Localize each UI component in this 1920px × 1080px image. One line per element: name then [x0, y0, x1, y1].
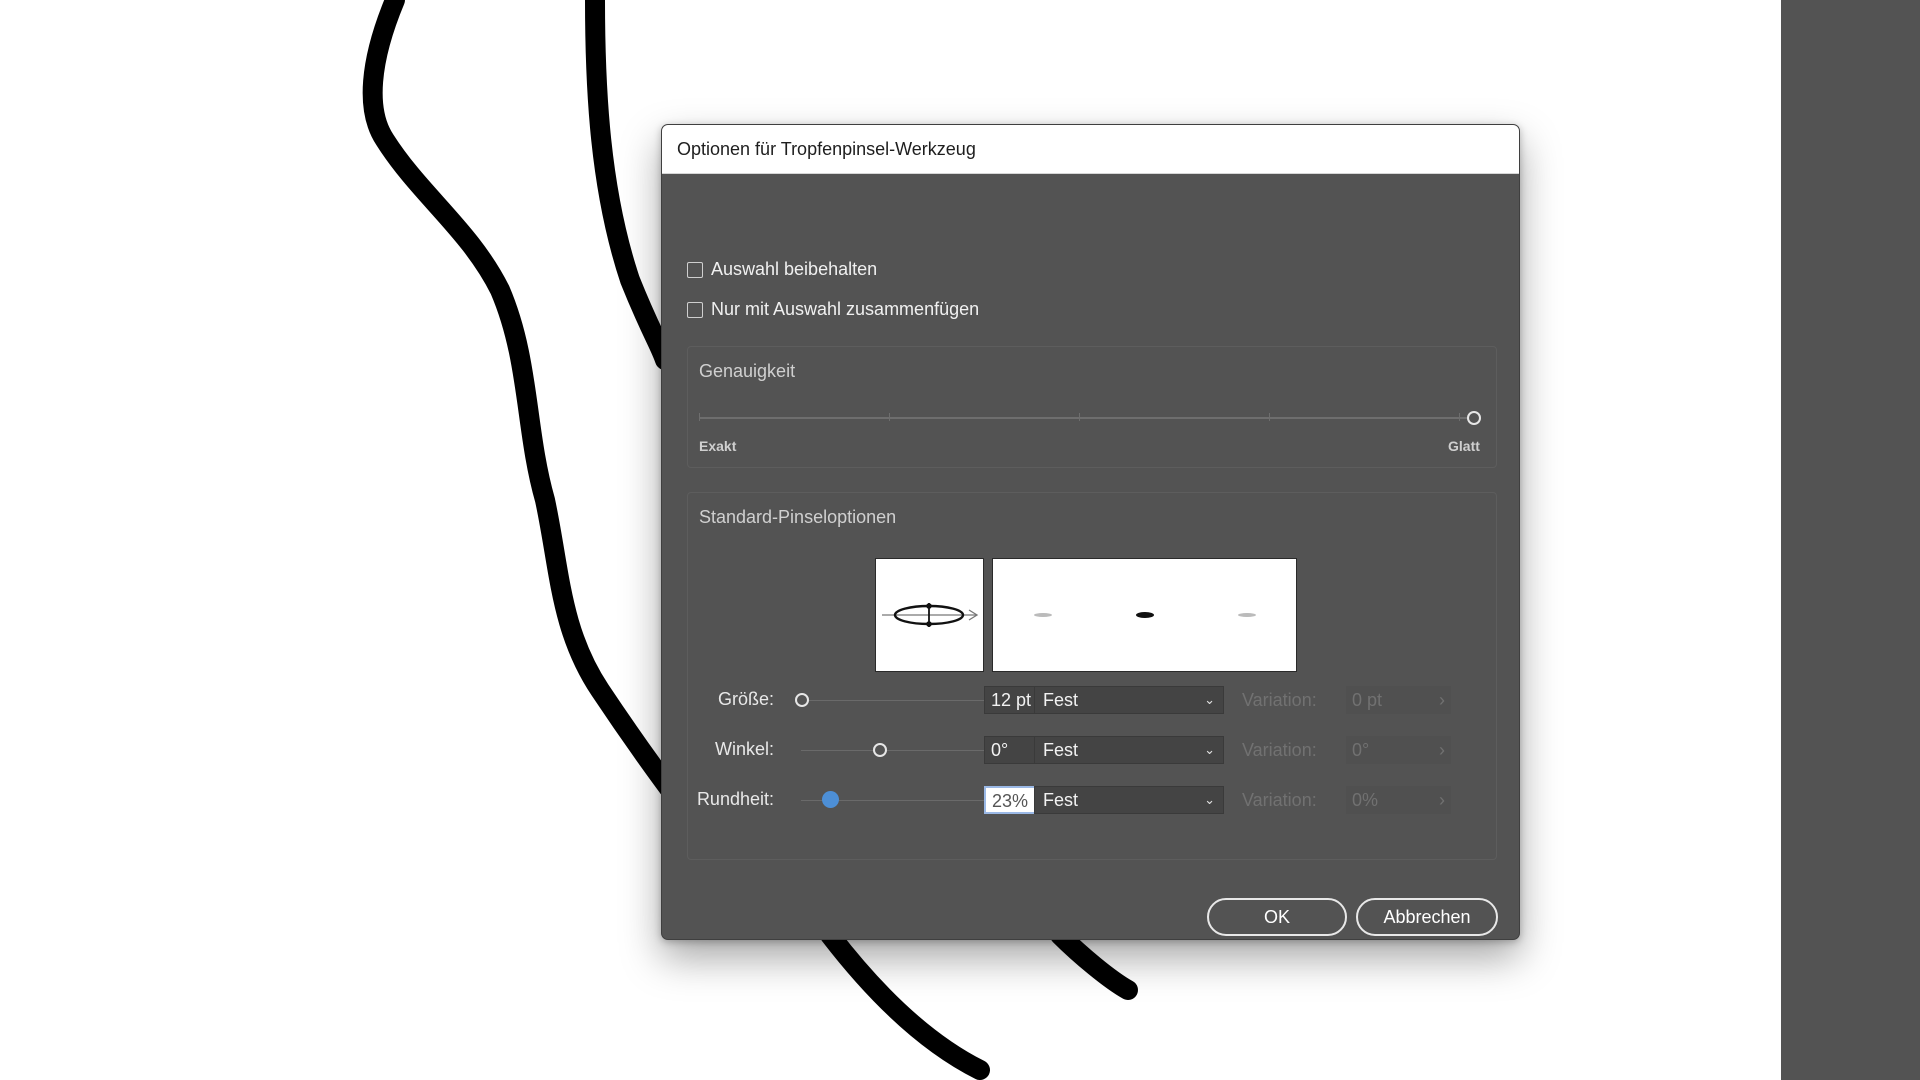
dialog-titlebar[interactable]: Optionen für Tropfenpinsel-Werkzeug [662, 125, 1519, 174]
keep-selection-checkbox[interactable] [687, 261, 703, 278]
dialog-title: Optionen für Tropfenpinsel-Werkzeug [677, 138, 976, 159]
accuracy-tick [1269, 413, 1270, 421]
brush-dots-preview [1034, 612, 1256, 618]
chevron-right-icon: › [1439, 689, 1445, 710]
accuracy-slider-knob[interactable] [1467, 411, 1481, 425]
merge-selection-checkbox[interactable] [687, 301, 703, 318]
brush-stroke-left [362, 0, 710, 840]
angle-slider-track[interactable] [801, 750, 988, 751]
keep-selection-label: Auswahl beibehalten [711, 259, 878, 279]
brush-stroke-middle [585, 0, 675, 370]
angle-mode-value: Fest [1043, 739, 1079, 760]
size-slider-knob[interactable] [795, 693, 809, 707]
roundness-mode-value: Fest [1043, 789, 1079, 810]
right-panel [1781, 0, 1920, 1080]
accuracy-tick [889, 413, 890, 421]
chevron-right-icon: › [1439, 739, 1445, 760]
angle-mode-select[interactable]: Fest ⌄ [1034, 736, 1224, 764]
chevron-right-icon: › [1439, 789, 1445, 810]
accuracy-title: Genauigkeit [699, 361, 796, 381]
angle-variation-value: 0° [1352, 739, 1370, 760]
accuracy-tick [1079, 413, 1080, 421]
accuracy-tick [699, 413, 700, 421]
accuracy-max-label: Glatt [1448, 438, 1480, 454]
brush-stroke-bottom-right [1050, 925, 1138, 1000]
roundness-mode-select[interactable]: Fest ⌄ [1034, 786, 1224, 814]
brush-options-group: Standard-Pinseloptionen Größe: 12 pt Fes… [687, 492, 1497, 860]
angle-label: Winkel: [714, 739, 774, 759]
size-mode-value: Fest [1043, 689, 1079, 710]
roundness-variation-value: 0% [1352, 789, 1379, 810]
blob-brush-options-dialog: Optionen für Tropfenpinsel-Werkzeug Ausw… [661, 124, 1520, 940]
angle-variation-label: Variation: [1242, 740, 1317, 760]
roundness-variation-field: 0% › [1346, 786, 1451, 814]
chevron-down-icon: ⌄ [1204, 692, 1215, 707]
merge-selection-label: Nur mit Auswahl zusammenfügen [711, 299, 980, 319]
size-mode-select[interactable]: Fest ⌄ [1034, 686, 1224, 714]
brush-shape-preview [875, 558, 984, 672]
angle-slider-knob[interactable] [873, 743, 887, 757]
accuracy-tick [1459, 413, 1460, 421]
roundness-label: Rundheit: [696, 789, 774, 809]
brush-angle-icon [882, 603, 979, 627]
ok-button[interactable]: OK [1207, 898, 1347, 936]
size-variation-label: Variation: [1242, 690, 1317, 710]
brush-stroke-preview [992, 558, 1297, 672]
accuracy-slider-track[interactable] [699, 417, 1477, 419]
roundness-variation-label: Variation: [1242, 790, 1317, 810]
roundness-slider-knob[interactable] [822, 791, 839, 808]
accuracy-group: Genauigkeit Exakt Glatt [687, 346, 1497, 468]
accuracy-min-label: Exakt [699, 438, 737, 454]
brush-options-title: Standard-Pinseloptionen [699, 507, 897, 527]
merge-selection-option[interactable]: Nur mit Auswahl zusammenfügen [687, 299, 979, 320]
angle-variation-field: 0° › [1346, 736, 1451, 764]
cancel-button[interactable]: Abbrechen [1356, 898, 1498, 936]
brush-stroke-bottom [820, 925, 990, 1080]
size-slider-track[interactable] [801, 700, 988, 701]
size-variation-value: 0 pt [1352, 689, 1383, 710]
size-variation-field: 0 pt › [1346, 686, 1451, 714]
chevron-down-icon: ⌄ [1204, 742, 1215, 757]
size-label: Größe: [717, 689, 774, 709]
chevron-down-icon: ⌄ [1204, 792, 1215, 807]
keep-selection-option[interactable]: Auswahl beibehalten [687, 259, 877, 280]
